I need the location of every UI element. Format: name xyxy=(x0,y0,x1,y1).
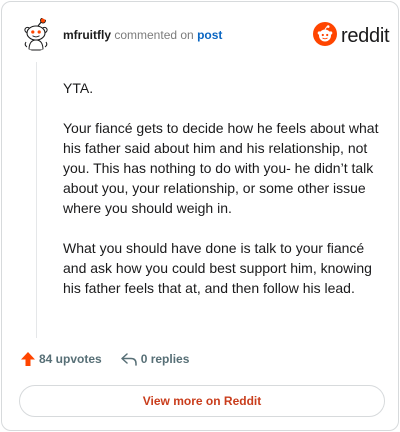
reply-icon[interactable] xyxy=(120,351,138,367)
reply-count: 0 replies xyxy=(140,352,190,366)
reddit-logo-icon xyxy=(313,22,337,51)
username-link[interactable]: mfruitfly xyxy=(63,28,111,42)
comment-footer: 84 upvotes 0 replies xyxy=(20,351,189,367)
reddit-wordmark: reddit xyxy=(341,25,390,47)
comment-paragraph: YTA. xyxy=(63,80,94,96)
view-more-button[interactable]: View more on Reddit xyxy=(19,385,385,417)
avatar[interactable] xyxy=(19,17,53,51)
action-text: commented on xyxy=(114,28,194,42)
upvote-icon[interactable] xyxy=(20,351,36,367)
comment-header: mfruitfly commented on post xyxy=(63,28,222,42)
comment-body: YTA. Your fiancé gets to decide how he f… xyxy=(63,78,385,318)
embedded-comment-card: mfruitfly commented on post reddit YTA. … xyxy=(1,1,399,431)
upvote-count: 84 upvotes xyxy=(39,352,102,366)
comment-paragraph: What you should have done is talk to you… xyxy=(63,240,372,296)
reddit-logo[interactable]: reddit xyxy=(313,22,390,51)
post-link[interactable]: post xyxy=(197,28,222,42)
comment-paragraph: Your fiancé gets to decide how he feels … xyxy=(63,120,379,216)
thread-line xyxy=(36,62,37,338)
